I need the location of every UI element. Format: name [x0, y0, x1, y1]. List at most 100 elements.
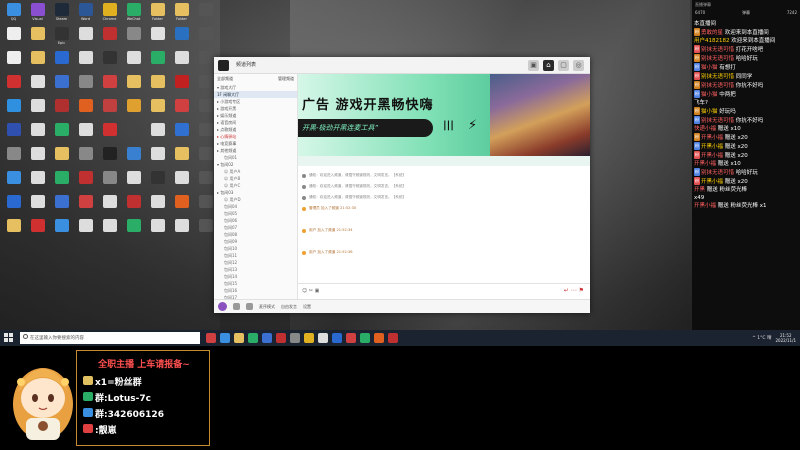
desktop-shortcut[interactable]: [122, 50, 145, 73]
desktop-shortcut[interactable]: QQ: [2, 2, 25, 25]
desktop-shortcut[interactable]: [194, 2, 217, 25]
desktop-shortcut[interactable]: [146, 98, 169, 121]
channel-item[interactable]: ▸ 娱乐频道: [214, 112, 297, 119]
composer-tools[interactable]: ☺ ✂ ▣: [302, 288, 319, 294]
taskbar-app-icon[interactable]: [360, 333, 370, 343]
desktop-shortcut[interactable]: Folder: [146, 2, 169, 25]
desktop-shortcut[interactable]: [2, 98, 25, 121]
danmaku-user[interactable]: 开黑小福: [701, 135, 723, 141]
composer-actions[interactable]: ↵ ⋯ ⚑: [564, 287, 584, 294]
desktop-shortcut[interactable]: [2, 122, 25, 145]
desktop-shortcut[interactable]: [170, 98, 193, 121]
desktop-shortcut[interactable]: [146, 146, 169, 169]
desktop-shortcut[interactable]: [98, 98, 121, 121]
desktop-shortcut[interactable]: [74, 98, 97, 121]
desktop-shortcut[interactable]: [74, 122, 97, 145]
desktop-shortcut[interactable]: Epic: [50, 26, 73, 49]
mic-icon[interactable]: [233, 303, 240, 310]
desktop-shortcut[interactable]: [74, 218, 97, 241]
desktop-shortcut[interactable]: [170, 170, 193, 193]
desktop-shortcut[interactable]: [170, 26, 193, 49]
desktop-shortcut[interactable]: [2, 218, 25, 241]
desktop-shortcut[interactable]: [50, 194, 73, 217]
desktop-shortcut[interactable]: [98, 146, 121, 169]
taskbar-app-icon[interactable]: [262, 333, 272, 343]
desktop-shortcut[interactable]: [98, 50, 121, 73]
channel-item[interactable]: ☺ 用户C: [214, 182, 297, 189]
channel-manage-link[interactable]: 管理频道: [278, 76, 294, 82]
desktop-shortcut[interactable]: [74, 194, 97, 217]
desktop-shortcut[interactable]: [122, 170, 145, 193]
speaker-icon[interactable]: [246, 303, 253, 310]
desktop-shortcut[interactable]: [2, 194, 25, 217]
desktop-shortcut[interactable]: [146, 74, 169, 97]
taskbar-app-icon[interactable]: [276, 333, 286, 343]
desktop-shortcut[interactable]: [26, 98, 49, 121]
desktop-shortcut[interactable]: Word: [74, 2, 97, 25]
desktop-shortcut[interactable]: [146, 50, 169, 73]
channel-item[interactable]: 包间11: [214, 252, 297, 259]
desktop-shortcut[interactable]: [2, 50, 25, 73]
channel-item[interactable]: 包间10: [214, 245, 297, 252]
desktop-shortcut[interactable]: [2, 74, 25, 97]
desktop-shortcut[interactable]: [98, 170, 121, 193]
desktop-shortcut[interactable]: [26, 218, 49, 241]
desktop-shortcut[interactable]: [50, 146, 73, 169]
channel-item[interactable]: 包间06: [214, 217, 297, 224]
desktop-shortcut[interactable]: [170, 122, 193, 145]
channel-item[interactable]: ☺ 用户B: [214, 175, 297, 182]
ad-banner[interactable]: 广告 游戏开黑畅快嗨 开黑-极劲开黑连麦工具” ||| ⚡: [298, 74, 590, 156]
toolbar-button[interactable]: ◎: [573, 60, 584, 71]
desktop-shortcut[interactable]: Folder: [170, 2, 193, 25]
desktop-shortcut[interactable]: [146, 170, 169, 193]
danmaku-user[interactable]: 开黑小福: [701, 144, 723, 150]
desktop-shortcut[interactable]: [146, 122, 169, 145]
danmaku-user[interactable]: 开黑小福: [694, 161, 716, 167]
channel-item[interactable]: ▾ 游戏大厅: [214, 84, 297, 91]
channel-item[interactable]: ▸ 语音房间: [214, 119, 297, 126]
desktop-shortcut[interactable]: [74, 50, 97, 73]
desktop-shortcut[interactable]: [74, 74, 97, 97]
channel-item[interactable]: 包间08: [214, 231, 297, 238]
toolbar-button[interactable]: ▢: [558, 60, 569, 71]
desktop-shortcut[interactable]: [74, 170, 97, 193]
danmaku-user[interactable]: 别抹无语可惜: [701, 170, 734, 176]
danmaku-user[interactable]: 别抹无语可惜: [701, 47, 734, 53]
desktop-shortcut[interactable]: Chrome: [98, 2, 121, 25]
desktop-shortcut[interactable]: Visual: [26, 2, 49, 25]
taskbar-app-icon[interactable]: [290, 333, 300, 343]
desktop-shortcut[interactable]: [2, 26, 25, 49]
desktop-shortcut[interactable]: [122, 26, 145, 49]
message-composer[interactable]: ☺ ✂ ▣ ↵ ⋯ ⚑: [298, 283, 590, 299]
channel-item[interactable]: 包间15: [214, 280, 297, 287]
desktop-shortcut[interactable]: [50, 50, 73, 73]
desktop-shortcut[interactable]: [26, 170, 49, 193]
danmaku-user[interactable]: 猫小猫: [701, 65, 718, 71]
desktop-shortcut[interactable]: Steam: [50, 2, 73, 25]
danmaku-user[interactable]: 开黑小福: [701, 153, 723, 159]
channel-item[interactable]: ▸ 心情驿站: [214, 133, 297, 140]
desktop-shortcut[interactable]: [194, 26, 217, 49]
desktop-shortcut[interactable]: [122, 122, 145, 145]
danmaku-user[interactable]: 别抹无语可惜: [701, 118, 734, 124]
bottom-settings[interactable]: 设置: [303, 304, 311, 310]
desktop-shortcut[interactable]: [98, 218, 121, 241]
user-avatar[interactable]: [218, 302, 227, 311]
danmaku-user[interactable]: 开黑: [694, 187, 705, 193]
desktop-shortcut[interactable]: [26, 74, 49, 97]
desktop-shortcut[interactable]: [2, 170, 25, 193]
channel-item[interactable]: 包间04: [214, 203, 297, 210]
danmaku-user[interactable]: 勇敢的星: [701, 30, 723, 36]
desktop-shortcut[interactable]: [50, 74, 73, 97]
channel-item[interactable]: ▸ 小游戏专区: [214, 98, 297, 105]
desktop-shortcut[interactable]: [74, 26, 97, 49]
danmaku-user[interactable]: 开黑小福: [694, 203, 716, 209]
desktop-shortcut[interactable]: [170, 194, 193, 217]
channel-item[interactable]: ▸ 其他频道: [214, 147, 297, 154]
desktop-shortcut[interactable]: [170, 218, 193, 241]
channel-item[interactable]: 包间16: [214, 287, 297, 294]
toolbar-button[interactable]: ▣: [528, 60, 539, 71]
taskbar-app-icon[interactable]: [318, 333, 328, 343]
taskbar-app-icon[interactable]: [234, 333, 244, 343]
desktop-shortcut[interactable]: [50, 122, 73, 145]
